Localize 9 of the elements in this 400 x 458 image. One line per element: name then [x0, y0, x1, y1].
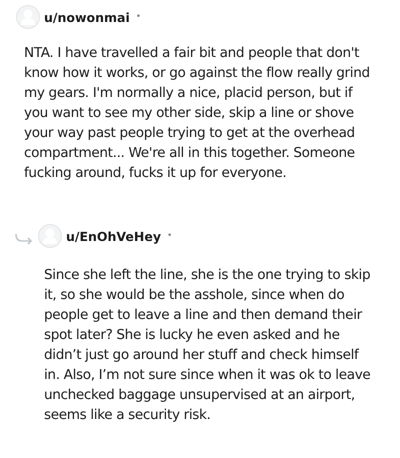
- comment-text: Since she left the line, she is the one trying to skip it, so she would be the asshole, since when do people get to leave a line and then demand their spot later? She is lucky he even asked and he didn’t just go around her stuff and check himself in. Also, I’m not sure since when it was ok to leave unchecked baggage unsupervised at an airport, seems like a security risk.: [44, 266, 372, 425]
- avatar-icon: [38, 224, 62, 248]
- avatar-icon: [16, 5, 40, 29]
- username[interactable]: u/nowonmai: [44, 10, 130, 24]
- separator-dot: •: [136, 12, 142, 22]
- separator-dot: •: [166, 231, 172, 241]
- reply-arrow-icon: [14, 233, 34, 245]
- comment-text: NTA. I have travelled a fair bit and people that don't know how it works, or go against the flow really grind my gears. I'm normally a nice, placid person, but if you want to see my other side, skip a line or shove your way past people trying to get at the overhead compartment... We're all in this together. Someone fucking around, fucks it up for everyone.: [24, 44, 371, 183]
- username[interactable]: u/EnOhVeHey: [66, 228, 161, 244]
